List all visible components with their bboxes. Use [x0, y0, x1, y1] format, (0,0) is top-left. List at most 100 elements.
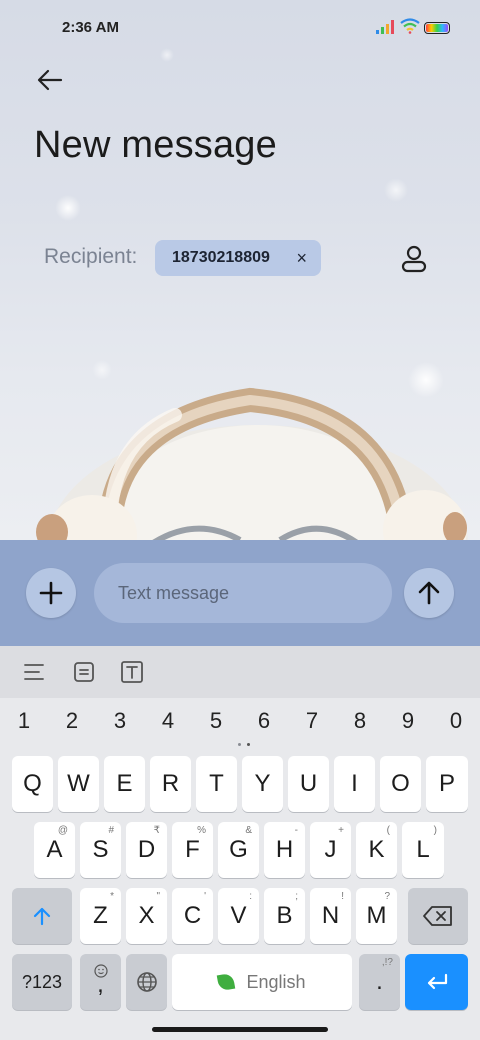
key-v[interactable]: :V — [218, 888, 259, 944]
backspace-key[interactable] — [408, 888, 468, 944]
wifi-icon — [400, 18, 420, 34]
key-r[interactable]: R — [150, 756, 191, 812]
align-icon — [24, 664, 44, 680]
message-field[interactable] — [94, 563, 392, 623]
key-5[interactable]: 5 — [201, 708, 231, 734]
recipient-chip[interactable]: 18730218809 × — [155, 240, 321, 276]
key-u[interactable]: U — [288, 756, 329, 812]
key-p[interactable]: P — [426, 756, 468, 812]
align-button[interactable] — [22, 660, 46, 684]
contact-picker-button[interactable] — [398, 242, 430, 274]
symbols-key[interactable]: ?123 — [12, 954, 72, 1010]
text-box-icon — [121, 661, 143, 683]
key-label: K — [368, 836, 385, 863]
clipboard-button[interactable] — [72, 660, 96, 684]
key-m[interactable]: ? M — [356, 888, 397, 944]
key-label: N — [321, 902, 340, 929]
key-label: G — [229, 836, 248, 863]
key-8[interactable]: 8 — [345, 708, 375, 734]
key-h[interactable]: -H — [264, 822, 305, 878]
text-format-button[interactable] — [120, 660, 144, 684]
key-3[interactable]: 3 — [105, 708, 135, 734]
key-hint: ? — [384, 891, 390, 902]
key-label: A — [46, 836, 63, 863]
key-hint: & — [245, 825, 252, 836]
key-0[interactable]: 0 — [441, 708, 471, 734]
key-7[interactable]: 7 — [297, 708, 327, 734]
comma-label: , — [97, 971, 104, 998]
key-g[interactable]: & G — [218, 822, 259, 878]
plus-icon — [39, 581, 63, 605]
key-q[interactable]: Q — [12, 756, 53, 812]
key-hint: ' — [204, 891, 206, 902]
key-x[interactable]: " X — [126, 888, 167, 944]
key-6[interactable]: 6 — [249, 708, 279, 734]
key-label: X — [138, 902, 155, 929]
key-a[interactable]: @ A — [34, 822, 75, 878]
number-row: 1 2 3 4 5 6 7 8 9 0 — [0, 708, 480, 740]
document-icon — [74, 662, 94, 682]
recipient-number: 18730218809 — [172, 249, 270, 266]
key-label: B — [276, 902, 293, 929]
key-hint: - — [294, 825, 298, 836]
page-title: New message — [34, 124, 277, 166]
key-o[interactable]: O — [380, 756, 421, 812]
recipient-label: Recipient: — [44, 245, 138, 268]
key-hint: @ — [57, 825, 68, 836]
keyboard: 1 2 3 4 5 6 7 8 9 0 Q W E R T Y U I O P … — [0, 646, 480, 1040]
message-input[interactable] — [94, 563, 392, 623]
remove-recipient-button[interactable]: × — [296, 248, 307, 268]
key-i[interactable]: I — [334, 756, 375, 812]
backspace-icon — [423, 906, 452, 926]
status-time: 2:36 AM — [62, 19, 119, 36]
key-d[interactable]: ₹ D — [126, 822, 167, 878]
key-l[interactable]: ) L — [402, 822, 444, 878]
keyboard-toolbar — [0, 646, 480, 698]
key-j[interactable]: + J — [310, 822, 351, 878]
key-hint: ,!? — [381, 957, 393, 968]
key-hint: # — [108, 825, 114, 836]
shift-key[interactable] — [12, 888, 72, 944]
key-label: D — [137, 836, 156, 863]
key-label: F — [185, 836, 200, 863]
key-hint: % — [197, 825, 206, 836]
comma-key[interactable]: , — [80, 954, 121, 1010]
key-hint: ( — [386, 825, 390, 836]
key-y[interactable]: Y — [242, 756, 283, 812]
key-s[interactable]: # S — [80, 822, 121, 878]
space-label: English — [246, 971, 306, 992]
status-bar: 2:36 AM — [0, 0, 480, 56]
key-c[interactable]: ' C — [172, 888, 213, 944]
home-indicator[interactable] — [152, 1027, 328, 1032]
key-k[interactable]: (K — [356, 822, 397, 878]
key-2[interactable]: 2 — [57, 708, 87, 734]
key-label: M — [366, 902, 387, 929]
period-label: . — [376, 968, 383, 995]
key-label: S — [92, 836, 109, 863]
key-e[interactable]: E — [104, 756, 145, 812]
key-f[interactable]: % F — [172, 822, 213, 878]
contact-icon — [401, 245, 427, 273]
key-label: J — [324, 836, 337, 863]
key-hint: ; — [295, 891, 298, 902]
key-4[interactable]: 4 — [153, 708, 183, 734]
key-n[interactable]: ! N — [310, 888, 351, 944]
compose-bar — [0, 540, 480, 646]
period-key[interactable]: ,!? . — [359, 954, 400, 1010]
back-button[interactable] — [34, 64, 66, 96]
language-key[interactable] — [126, 954, 167, 1010]
key-w[interactable]: W — [58, 756, 99, 812]
key-1[interactable]: 1 — [9, 708, 39, 734]
key-hint: ) — [433, 825, 437, 836]
key-z[interactable]: * Z — [80, 888, 121, 944]
space-key[interactable]: English — [172, 954, 352, 1010]
battery-icon — [424, 22, 450, 34]
send-button[interactable] — [404, 568, 454, 618]
page-dots — [236, 743, 256, 747]
attach-button[interactable] — [26, 568, 76, 618]
back-arrow-icon — [37, 69, 63, 91]
key-t[interactable]: T — [196, 756, 237, 812]
key-9[interactable]: 9 — [393, 708, 423, 734]
key-b[interactable]: ; B — [264, 888, 305, 944]
enter-key[interactable] — [405, 954, 468, 1010]
